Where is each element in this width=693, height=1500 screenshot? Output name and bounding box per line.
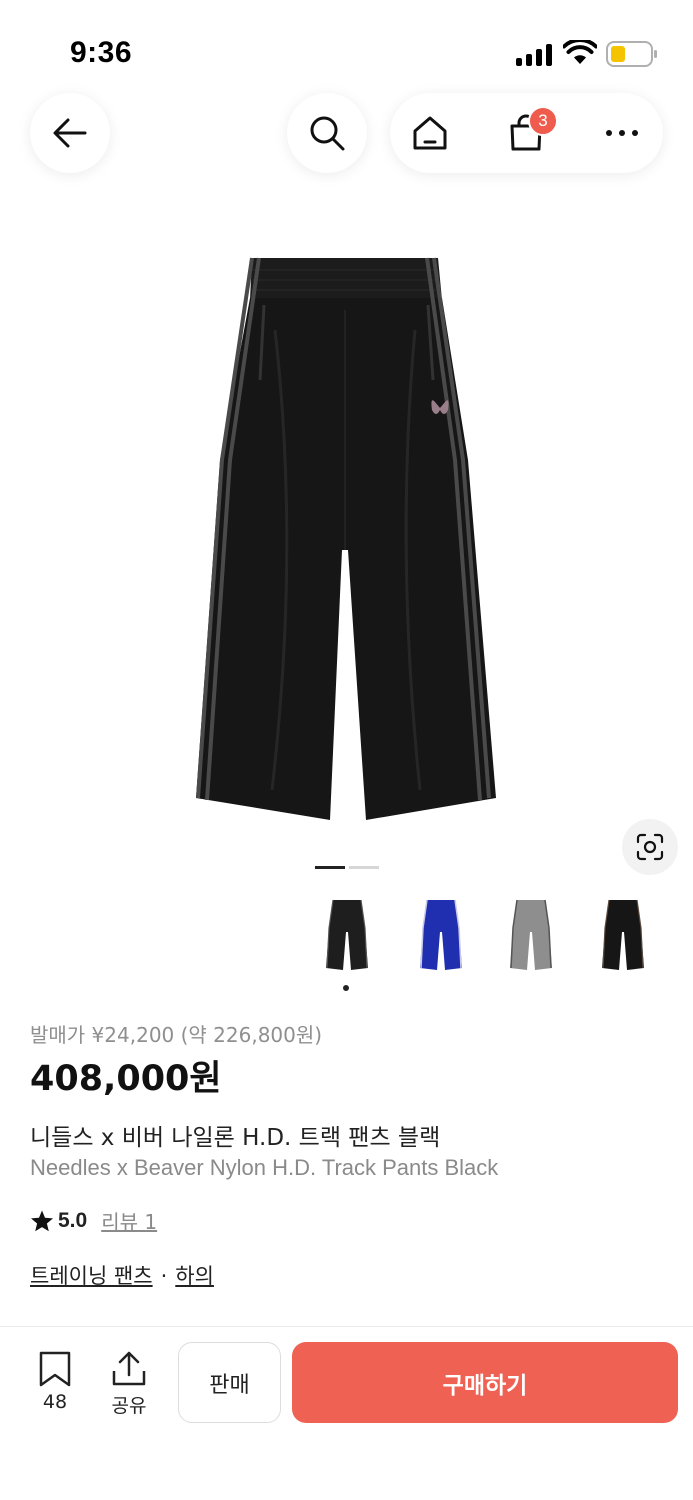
status-bar: 9:36 (0, 0, 693, 96)
sell-button[interactable]: 판매 (178, 1342, 281, 1423)
track-pants-thumbnail (326, 899, 368, 970)
arrow-left-icon (53, 118, 87, 148)
visual-search-button[interactable] (622, 819, 678, 875)
visual-search-icon (636, 833, 664, 861)
home-button[interactable] (390, 93, 470, 173)
product-name-korean: 니들스 x 비버 나일론 H.D. 트랙 팬츠 블랙 (30, 1125, 441, 1151)
rating-row: 5.0 리뷰 1 (30, 1206, 157, 1235)
review-link[interactable]: 리뷰 1 (101, 1206, 157, 1235)
track-pants-thumbnail (420, 899, 462, 970)
cart-button[interactable] (486, 93, 566, 173)
back-button[interactable] (30, 93, 110, 173)
search-icon (310, 116, 345, 151)
track-pants-thumbnail (602, 899, 644, 970)
more-button[interactable] (582, 93, 662, 173)
thumbnail-black[interactable] (302, 890, 392, 980)
category-separator: · (160, 1264, 168, 1288)
search-button[interactable] (287, 93, 367, 173)
wifi-icon (563, 40, 597, 64)
bookmark-button[interactable]: 48 (25, 1351, 85, 1413)
pager-indicator (349, 866, 379, 869)
category-link-training-pants[interactable]: 트레이닝 팬츠 (30, 1264, 153, 1288)
thumbnail-blue[interactable] (396, 890, 486, 980)
color-thumbnails (302, 890, 693, 990)
home-icon (413, 116, 447, 150)
product-price: 408,000원 (30, 1059, 222, 1099)
status-time: 9:36 (70, 36, 133, 69)
star-icon (31, 1210, 53, 1231)
nav-actions-pill (390, 93, 663, 173)
pager-indicator-active (315, 866, 345, 869)
bookmark-icon (39, 1351, 71, 1387)
bookmark-count: 48 (42, 1391, 68, 1413)
share-label: 공유 (111, 1395, 147, 1417)
release-price: 발매가 ¥24,200 (약 226,800원) (30, 1023, 323, 1047)
bottom-action-bar: 48 공유 판매 구매하기 (0, 1326, 693, 1500)
share-icon (112, 1351, 146, 1386)
thumbnail-black-brown[interactable] (578, 890, 668, 980)
cellular-signal-icon (516, 44, 552, 66)
category-breadcrumb: 트레이닝 팬츠 · 하의 (30, 1260, 214, 1290)
cart-count-badge: 3 (528, 106, 558, 136)
rating-score: 5.0 (58, 1208, 88, 1232)
share-button[interactable]: 공유 (99, 1351, 159, 1418)
track-pants-thumbnail (510, 899, 552, 970)
buy-button[interactable]: 구매하기 (292, 1342, 678, 1423)
category-link-bottoms[interactable]: 하의 (175, 1264, 214, 1288)
battery-low-icon (606, 41, 657, 67)
product-image[interactable] (180, 250, 510, 830)
thumbnail-grey[interactable] (486, 890, 576, 980)
more-horizontal-icon (606, 130, 638, 136)
selected-thumbnail-indicator (343, 985, 349, 991)
product-name-english: Needles x Beaver Nylon H.D. Track Pants … (30, 1155, 499, 1180)
